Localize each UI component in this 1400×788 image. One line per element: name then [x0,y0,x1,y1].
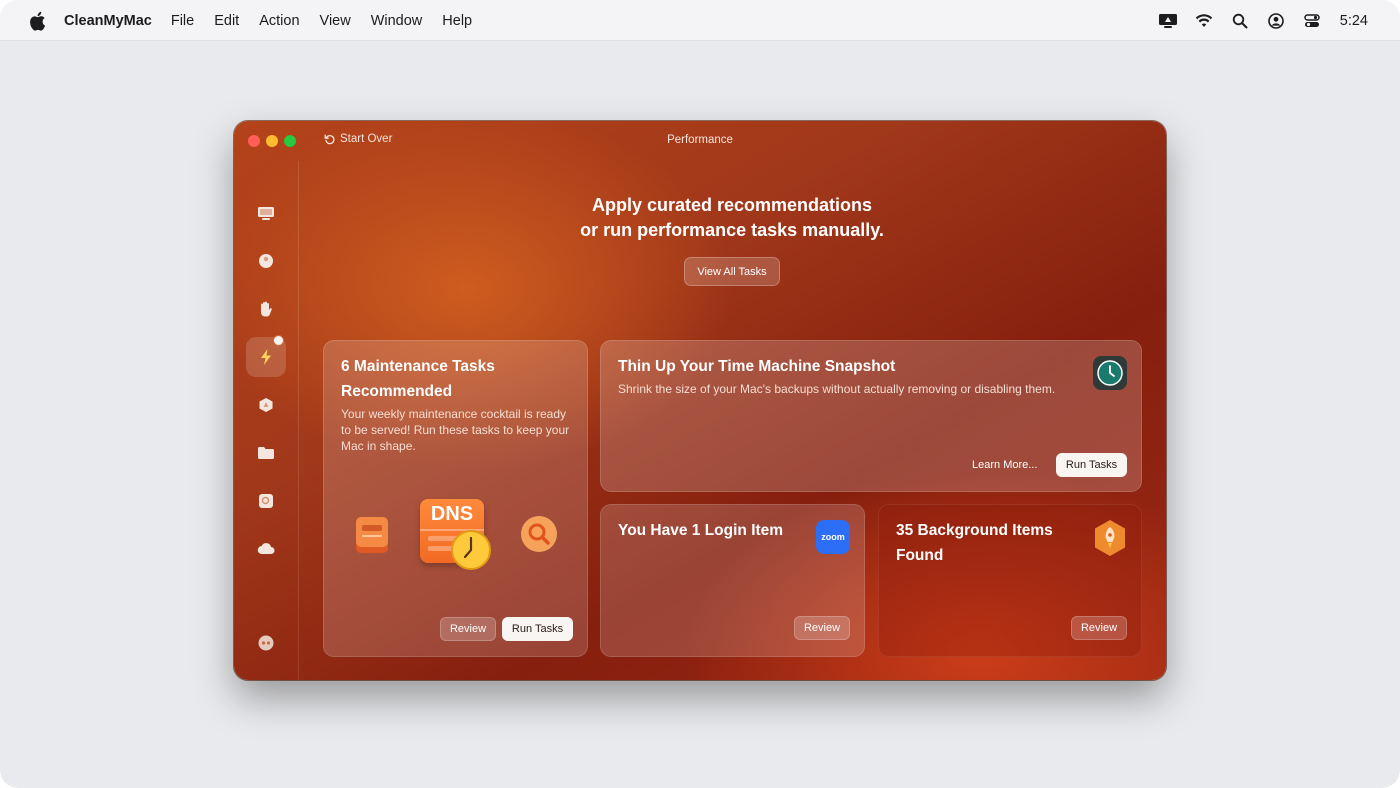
user-account-icon[interactable] [1266,12,1286,30]
login-items-card-title: You Have 1 Login Item [618,522,784,539]
hard-drive-icon [356,517,388,553]
folder-icon [258,447,274,459]
wifi-icon[interactable] [1194,12,1214,30]
monitor-icon [258,207,274,220]
hand-icon [261,301,272,317]
headline-line-2: or run performance tasks manually. [580,220,884,240]
maintenance-title-line-2: Recommended [341,383,453,400]
zoom-icon-label: zoom [821,532,845,542]
control-center-icon[interactable] [1302,12,1322,30]
background-title-line-2: Found [896,547,944,564]
menu-items: CleanMyMac File Edit Action View Window … [64,0,492,41]
menu-action[interactable]: Action [259,13,299,29]
window-title: Performance [667,134,733,146]
background-title-line-1: 35 Background Items [896,522,1053,539]
background-items-card-title: 35 Background Items Found [896,518,1053,568]
maintenance-card-title: 6 Maintenance Tasks Recommended [341,354,495,404]
disc-icon [259,254,273,268]
menu-bar: CleanMyMac File Edit Action View Window … [0,0,1400,41]
menu-help[interactable]: Help [442,13,472,29]
login-items-review-button[interactable]: Review [794,616,850,640]
menu-file[interactable]: File [171,13,194,29]
menu-clock[interactable]: 5:24 [1340,13,1368,29]
menu-window[interactable]: Window [371,13,423,29]
magnifying-glass-icon [521,516,557,552]
sidebar-item-cloud-cleanup[interactable] [246,529,286,569]
sidebar-item-space-lens[interactable] [246,481,286,521]
time-machine-icon [1093,356,1127,390]
cloud-icon [257,543,275,555]
zoom-app-icon: zoom [816,520,850,554]
time-machine-card-title: Thin Up Your Time Machine Snapshot [618,358,896,375]
maintenance-title-line-1: 6 Maintenance Tasks [341,358,495,375]
maintenance-tasks-card: 6 Maintenance Tasks Recommended Your wee… [323,340,588,657]
view-all-tasks-button[interactable]: View All Tasks [684,257,780,286]
menu-edit[interactable]: Edit [214,13,239,29]
time-machine-card-description: Shrink the size of your Mac's backups wi… [618,382,1056,396]
apple-logo-icon[interactable] [28,11,46,31]
sidebar-item-my-clutter[interactable] [246,433,286,473]
sidebar-item-smart-care[interactable] [246,193,286,233]
maintenance-card-description: Your weekly maintenance cocktail is read… [341,407,570,453]
sidebar-item-assistant[interactable] [246,623,286,663]
app-store-icon [259,398,273,412]
menu-app-name[interactable]: CleanMyMac [64,13,152,29]
rocket-badge-icon [1095,520,1125,556]
status-area: 5:24 [1142,0,1368,41]
page-headline: Apply curated recommendations or run per… [298,193,1166,243]
background-items-card: 35 Background Items Found Review [878,504,1142,657]
clock-icon [451,530,491,570]
assistant-icon [258,635,274,651]
lightning-bolt-icon [261,349,271,365]
spotlight-search-icon[interactable] [1230,12,1250,30]
sidebar-item-protection[interactable] [246,289,286,329]
desktop: CleanMyMac File Edit Action View Window … [0,0,1400,788]
menu-view[interactable]: View [320,13,351,29]
headline-line-1: Apply curated recommendations [591,195,873,215]
maintenance-run-tasks-button[interactable]: Run Tasks [502,617,573,641]
sidebar-item-cleanup[interactable] [246,241,286,281]
background-items-review-button[interactable]: Review [1071,616,1127,640]
dns-icon-label: DNS [420,499,484,531]
magnifier-box-icon [259,494,273,508]
time-machine-run-tasks-button[interactable]: Run Tasks [1056,453,1127,477]
notification-dot-icon [273,335,284,346]
sidebar [234,161,299,680]
cleanmymac-menu-icon[interactable] [1158,12,1178,30]
app-window: Start Over Performance Apply curated rec… [234,121,1166,680]
login-items-card: You Have 1 Login Item zoom Review [600,504,865,657]
learn-more-link[interactable]: Learn More... [972,459,1037,471]
sidebar-item-applications[interactable] [246,385,286,425]
sidebar-item-performance[interactable] [246,335,286,377]
maintenance-review-button[interactable]: Review [440,617,496,641]
time-machine-card: Thin Up Your Time Machine Snapshot Shrin… [600,340,1142,492]
